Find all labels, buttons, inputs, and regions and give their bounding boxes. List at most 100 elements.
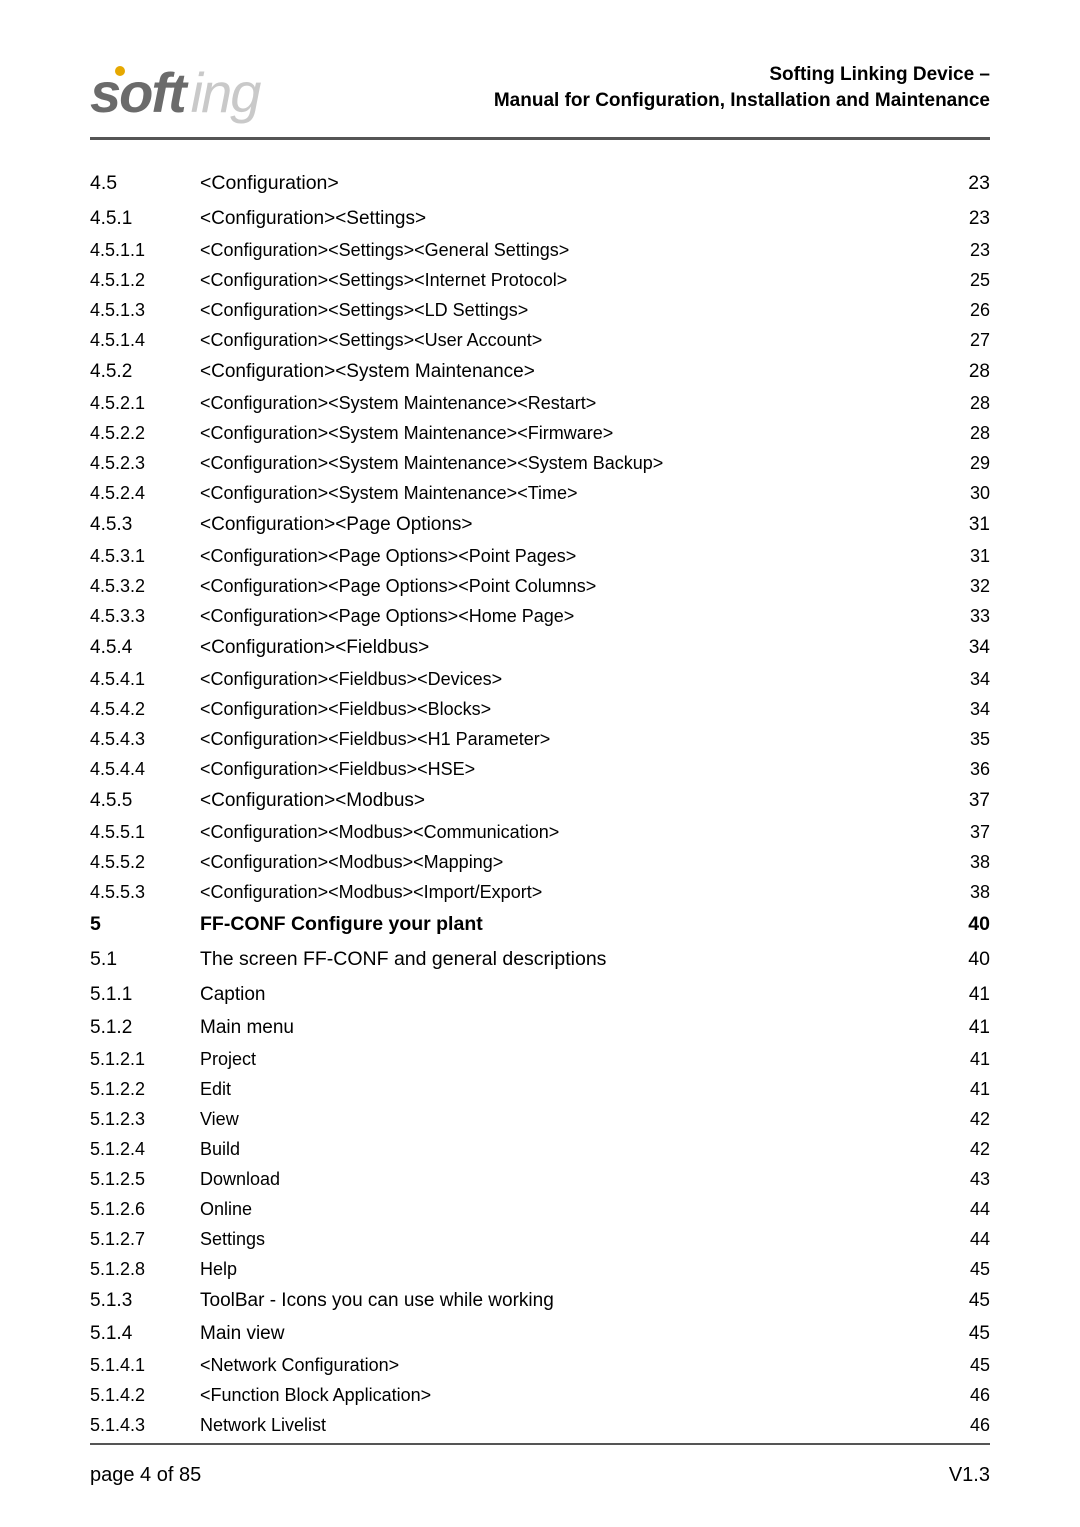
toc-row[interactable]: 5FF-CONF Configure your plant40 xyxy=(90,907,990,943)
logo-main: soft xyxy=(90,60,185,125)
toc-section-number: 4.5.4.3 xyxy=(90,730,200,748)
table-of-contents: 4.5<Configuration>234.5.1<Configuration>… xyxy=(90,166,990,1440)
toc-row[interactable]: 5.1.4Main view45 xyxy=(90,1317,990,1350)
toc-section-number: 5.1.2.7 xyxy=(90,1230,200,1248)
toc-page-number: 40 xyxy=(946,950,990,970)
toc-row[interactable]: 5.1.2.8Help45 xyxy=(90,1254,990,1284)
toc-row[interactable]: 4.5.2<Configuration><System Maintenance>… xyxy=(90,355,990,388)
toc-page-number: 45 xyxy=(946,1324,990,1343)
toc-row[interactable]: 4.5.2.4<Configuration><System Maintenanc… xyxy=(90,478,990,508)
toc-section-number: 5.1.2 xyxy=(90,1018,200,1037)
toc-row[interactable]: 4.5.1.1<Configuration><Settings><General… xyxy=(90,235,990,265)
toc-section-title: The screen FF-CONF and general descripti… xyxy=(200,950,946,970)
toc-section-title: Project xyxy=(200,1050,946,1068)
toc-section-title: <Configuration><System Maintenance> xyxy=(200,362,946,381)
toc-section-number: 4.5.2.2 xyxy=(90,424,200,442)
toc-row[interactable]: 4.5.4<Configuration><Fieldbus>34 xyxy=(90,631,990,664)
toc-row[interactable]: 5.1.2Main menu41 xyxy=(90,1011,990,1044)
toc-section-title: Download xyxy=(200,1170,946,1188)
toc-section-title: <Configuration><Settings><Internet Proto… xyxy=(200,271,946,289)
toc-section-title: <Configuration><Fieldbus><Devices> xyxy=(200,670,946,688)
toc-row[interactable]: 4.5.5.2<Configuration><Modbus><Mapping>3… xyxy=(90,847,990,877)
toc-row[interactable]: 4.5.5.3<Configuration><Modbus><Import/Ex… xyxy=(90,877,990,907)
toc-row[interactable]: 4.5.3.1<Configuration><Page Options><Poi… xyxy=(90,541,990,571)
toc-section-number: 4.5 xyxy=(90,174,200,194)
toc-section-number: 4.5.5 xyxy=(90,791,200,810)
toc-section-number: 4.5.5.3 xyxy=(90,883,200,901)
toc-page-number: 42 xyxy=(946,1140,990,1158)
toc-row[interactable]: 4.5.1.2<Configuration><Settings><Interne… xyxy=(90,265,990,295)
toc-row[interactable]: 4.5<Configuration>23 xyxy=(90,166,990,202)
toc-row[interactable]: 5.1The screen FF-CONF and general descri… xyxy=(90,942,990,978)
toc-section-number: 5.1.4.3 xyxy=(90,1416,200,1434)
toc-row[interactable]: 4.5.4.1<Configuration><Fieldbus><Devices… xyxy=(90,664,990,694)
toc-row[interactable]: 4.5.3.3<Configuration><Page Options><Hom… xyxy=(90,601,990,631)
toc-section-title: <Configuration><Fieldbus><Blocks> xyxy=(200,700,946,718)
toc-row[interactable]: 5.1.2.7Settings44 xyxy=(90,1224,990,1254)
toc-section-title: Build xyxy=(200,1140,946,1158)
toc-section-number: 4.5.4.4 xyxy=(90,760,200,778)
toc-section-title: Edit xyxy=(200,1080,946,1098)
toc-section-title: Main view xyxy=(200,1324,946,1343)
toc-row[interactable]: 4.5.2.1<Configuration><System Maintenanc… xyxy=(90,388,990,418)
toc-section-title: <Configuration><Settings> xyxy=(200,209,946,228)
toc-row[interactable]: 4.5.1.3<Configuration><Settings><LD Sett… xyxy=(90,295,990,325)
toc-row[interactable]: 5.1.2.1Project41 xyxy=(90,1044,990,1074)
toc-section-title: <Configuration> xyxy=(200,174,946,194)
toc-section-title: Main menu xyxy=(200,1018,946,1037)
toc-section-title: ToolBar - Icons you can use while workin… xyxy=(200,1291,946,1310)
toc-row[interactable]: 5.1.2.6Online44 xyxy=(90,1194,990,1224)
toc-row[interactable]: 5.1.2.3View42 xyxy=(90,1104,990,1134)
toc-page-number: 45 xyxy=(946,1260,990,1278)
toc-row[interactable]: 4.5.4.3<Configuration><Fieldbus><H1 Para… xyxy=(90,724,990,754)
toc-section-title: <Configuration><Fieldbus><H1 Parameter> xyxy=(200,730,946,748)
toc-row[interactable]: 5.1.3ToolBar - Icons you can use while w… xyxy=(90,1284,990,1317)
toc-section-title: <Configuration><Page Options><Home Page> xyxy=(200,607,946,625)
toc-page-number: 41 xyxy=(946,1050,990,1068)
toc-section-title: <Configuration><Page Options> xyxy=(200,515,946,534)
toc-section-number: 5 xyxy=(90,915,200,935)
toc-row[interactable]: 4.5.5.1<Configuration><Modbus><Communica… xyxy=(90,817,990,847)
toc-row[interactable]: 4.5.5<Configuration><Modbus>37 xyxy=(90,784,990,817)
toc-row[interactable]: 5.1.4.2<Function Block Application>46 xyxy=(90,1380,990,1410)
toc-section-number: 4.5.4.2 xyxy=(90,700,200,718)
toc-row[interactable]: 4.5.3.2<Configuration><Page Options><Poi… xyxy=(90,571,990,601)
toc-row[interactable]: 4.5.1.4<Configuration><Settings><User Ac… xyxy=(90,325,990,355)
toc-section-number: 4.5.2 xyxy=(90,362,200,381)
toc-page-number: 23 xyxy=(946,209,990,228)
toc-page-number: 42 xyxy=(946,1110,990,1128)
toc-page-number: 35 xyxy=(946,730,990,748)
toc-section-title: Online xyxy=(200,1200,946,1218)
toc-row[interactable]: 5.1.1Caption41 xyxy=(90,978,990,1011)
toc-page-number: 41 xyxy=(946,1018,990,1037)
toc-page-number: 41 xyxy=(946,1080,990,1098)
toc-section-title: Help xyxy=(200,1260,946,1278)
toc-row[interactable]: 5.1.2.5Download43 xyxy=(90,1164,990,1194)
logo-tail: ing xyxy=(191,60,260,125)
toc-row[interactable]: 4.5.4.2<Configuration><Fieldbus><Blocks>… xyxy=(90,694,990,724)
page: soft ing Softing Linking Device – Manual… xyxy=(0,0,1080,1527)
toc-row[interactable]: 4.5.2.3<Configuration><System Maintenanc… xyxy=(90,448,990,478)
header-title-line2: Manual for Configuration, Installation a… xyxy=(494,88,990,114)
toc-page-number: 45 xyxy=(946,1291,990,1310)
footer-version: V1.3 xyxy=(949,1464,990,1487)
toc-page-number: 31 xyxy=(946,515,990,534)
toc-section-number: 5.1.2.8 xyxy=(90,1260,200,1278)
toc-row[interactable]: 4.5.2.2<Configuration><System Maintenanc… xyxy=(90,418,990,448)
toc-row[interactable]: 5.1.4.3Network Livelist46 xyxy=(90,1410,990,1440)
logo: soft ing xyxy=(90,60,259,125)
toc-row[interactable]: 5.1.4.1<Network Configuration>45 xyxy=(90,1350,990,1380)
toc-section-number: 4.5.3 xyxy=(90,515,200,534)
toc-row[interactable]: 4.5.1<Configuration><Settings>23 xyxy=(90,202,990,235)
toc-section-number: 4.5.3.2 xyxy=(90,577,200,595)
toc-section-title: <Configuration><Modbus> xyxy=(200,791,946,810)
toc-row[interactable]: 5.1.2.4Build42 xyxy=(90,1134,990,1164)
toc-section-number: 5.1.4.1 xyxy=(90,1356,200,1374)
toc-row[interactable]: 5.1.2.2Edit41 xyxy=(90,1074,990,1104)
toc-section-number: 4.5.2.1 xyxy=(90,394,200,412)
toc-section-title: View xyxy=(200,1110,946,1128)
footer: page 4 of 85 V1.3 xyxy=(90,1464,990,1487)
toc-row[interactable]: 4.5.3<Configuration><Page Options>31 xyxy=(90,508,990,541)
logo-dot-icon xyxy=(115,66,125,76)
toc-row[interactable]: 4.5.4.4<Configuration><Fieldbus><HSE>36 xyxy=(90,754,990,784)
